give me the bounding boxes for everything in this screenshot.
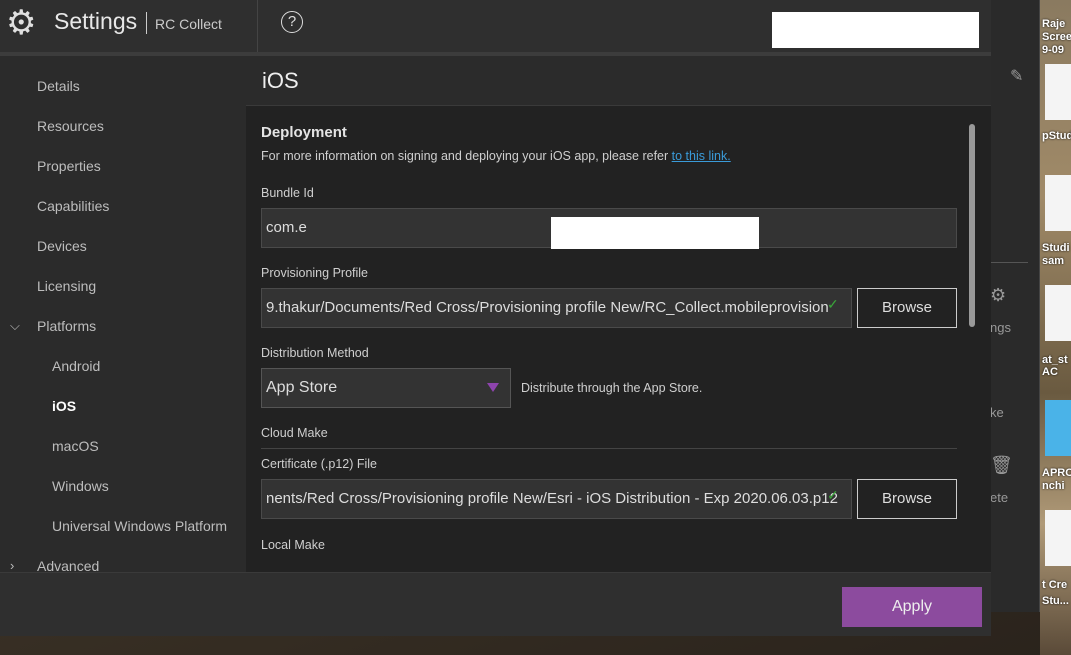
bundle-id-label: Bundle Id: [261, 186, 314, 200]
section-title: Deployment: [261, 124, 347, 141]
chevron-right-icon[interactable]: ›: [10, 558, 14, 572]
gear-icon: ⚙: [990, 285, 1007, 305]
check-icon: ✓: [827, 487, 839, 503]
sidebar-item-resources[interactable]: Resources: [37, 118, 104, 134]
distribution-description: Distribute through the App Store.: [521, 381, 703, 395]
sidebar-item-properties[interactable]: Properties: [37, 158, 101, 174]
desktop-background: Raje Scree 9-09 pStud Studi sam at_st AC…: [1040, 0, 1071, 655]
settings-window: ⚙ Settings RC Collect ? Details Resource…: [0, 0, 991, 636]
sidebar-item-licensing[interactable]: Licensing: [37, 278, 96, 294]
provisioning-profile-input[interactable]: 9.thakur/Documents/Red Cross/Provisionin…: [261, 288, 852, 328]
desktop-label: Scree: [1042, 31, 1071, 43]
redacted-area: [551, 217, 759, 249]
info-link[interactable]: to this link.: [672, 149, 731, 163]
desktop-label: at_st: [1042, 354, 1068, 366]
desktop-label: t Cre: [1042, 579, 1068, 591]
header-divider: [257, 0, 258, 52]
sidebar-item-capabilities[interactable]: Capabilities: [37, 198, 109, 214]
desktop-label: sam: [1042, 255, 1065, 267]
footer: Apply: [0, 572, 991, 636]
provisioning-profile-label: Provisioning Profile: [261, 266, 368, 280]
provisioning-profile-value: 9.thakur/Documents/Red Cross/Provisionin…: [266, 299, 829, 316]
certificate-label: Certificate (.p12) File: [261, 457, 378, 471]
panel-item[interactable]: ngs: [990, 320, 1011, 335]
desktop-label: pStud: [1042, 130, 1071, 142]
desktop-file-icon[interactable]: [1045, 285, 1071, 341]
sidebar-item-android[interactable]: Android: [52, 358, 100, 374]
background-app-panel: ✎ ⚙ ngs ke 🗑 ete: [990, 0, 1040, 612]
desktop-folder-icon[interactable]: [1045, 400, 1071, 456]
desktop-label: AC: [1042, 366, 1058, 378]
desktop-label: nchi: [1042, 480, 1065, 492]
trash-icon: 🗑: [990, 455, 1013, 475]
main-panel: iOS Deployment For more information on s…: [246, 56, 991, 572]
dropdown-arrow-icon: [487, 383, 499, 392]
distribution-method-label: Distribution Method: [261, 346, 369, 360]
sidebar-item-advanced[interactable]: Advanced: [37, 558, 99, 572]
browse-provisioning-button[interactable]: Browse: [857, 288, 957, 328]
desktop-file-icon[interactable]: [1045, 510, 1071, 566]
sidebar: Details Resources Properties Capabilitie…: [0, 56, 244, 572]
desktop-label: Studi: [1042, 242, 1070, 254]
check-icon: ✓: [827, 296, 839, 312]
divider: [261, 448, 957, 449]
pencil-icon[interactable]: ✎: [1010, 66, 1023, 86]
sidebar-item-uwp[interactable]: Universal Windows Platform: [52, 518, 227, 534]
desktop-label: APRO: [1042, 467, 1071, 479]
sidebar-item-platforms[interactable]: Platforms: [37, 318, 96, 334]
scrollbar[interactable]: [969, 124, 975, 327]
bundle-id-value: com.e: [266, 219, 307, 236]
desktop-file-icon[interactable]: [1045, 64, 1071, 120]
sidebar-item-macos[interactable]: macOS: [52, 438, 99, 454]
page-title: iOS: [262, 68, 299, 93]
browse-certificate-button[interactable]: Browse: [857, 479, 957, 519]
certificate-input[interactable]: nents/Red Cross/Provisioning profile New…: [261, 479, 852, 519]
panel-item[interactable]: ete: [990, 490, 1008, 505]
chevron-down-icon[interactable]: ⌵: [10, 318, 20, 334]
apply-button[interactable]: Apply: [842, 587, 982, 627]
header: ⚙ Settings RC Collect ?: [0, 0, 991, 56]
help-icon[interactable]: ?: [281, 11, 303, 33]
title-separator: [146, 12, 147, 34]
sidebar-item-windows[interactable]: Windows: [52, 478, 109, 494]
panel-header: iOS: [246, 56, 991, 106]
cloud-make-label: Cloud Make: [261, 426, 328, 440]
sidebar-item-ios[interactable]: iOS: [52, 398, 76, 414]
distribution-method-select[interactable]: App Store: [261, 368, 511, 408]
app-name: RC Collect: [155, 16, 222, 32]
desktop-label: Stu...: [1042, 595, 1069, 607]
sidebar-item-details[interactable]: Details: [37, 78, 80, 94]
distribution-method-value: App Store: [266, 379, 338, 396]
gear-icon: ⚙: [6, 4, 37, 42]
desktop-label: Raje: [1042, 18, 1066, 30]
certificate-value: nents/Red Cross/Provisioning profile New…: [266, 490, 838, 507]
window-title: Settings: [54, 8, 138, 34]
info-text: For more information on signing and depl…: [261, 149, 731, 163]
redacted-area: [772, 12, 979, 48]
panel-item[interactable]: ke: [990, 405, 1004, 420]
desktop-file-icon[interactable]: [1045, 175, 1071, 231]
desktop-label: 9-09: [1042, 44, 1065, 56]
local-make-label: Local Make: [261, 538, 325, 552]
sidebar-item-devices[interactable]: Devices: [37, 238, 87, 254]
info-text-body: For more information on signing and depl…: [261, 149, 669, 163]
